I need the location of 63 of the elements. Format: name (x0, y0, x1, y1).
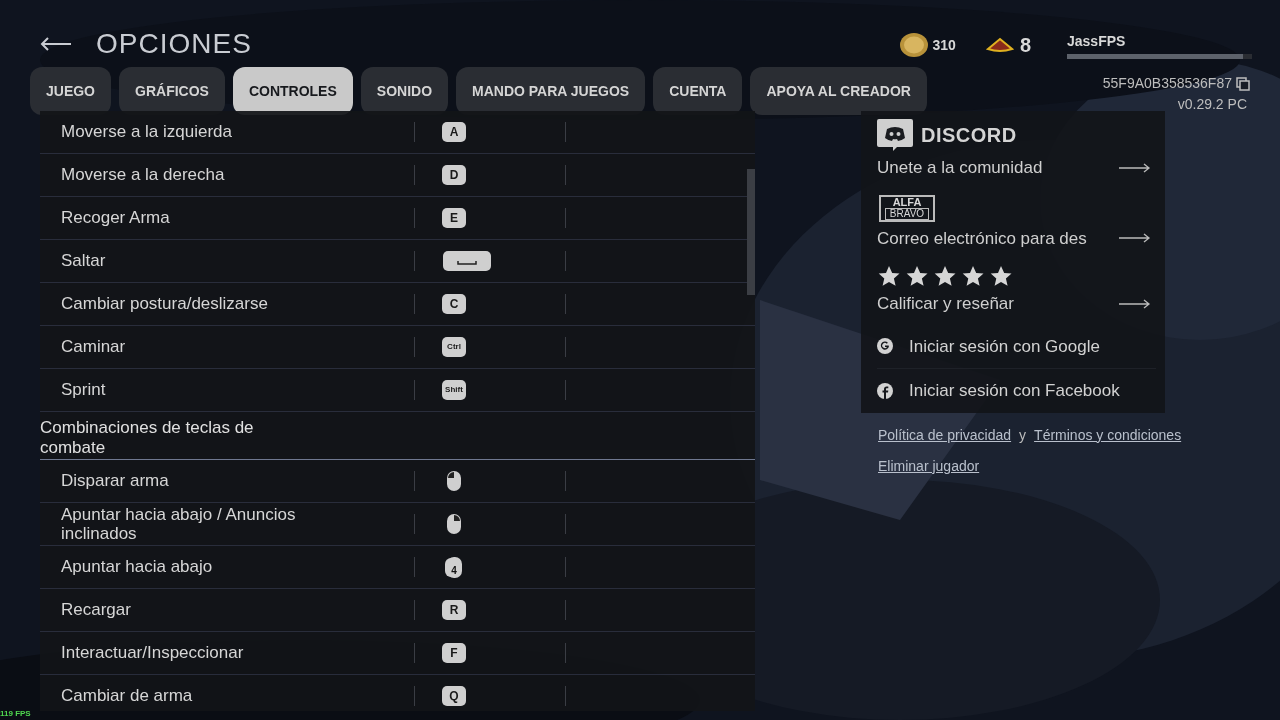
keycap[interactable]: A (442, 122, 466, 142)
action-label: Recoger Arma (60, 208, 171, 228)
terms-link[interactable]: Términos y condiciones (1034, 424, 1182, 446)
action-label: Apuntar hacia abajo / Anuncios inclinados (60, 504, 297, 544)
discord-logo-text: DISCORD (921, 123, 1017, 148)
keycap[interactable]: Shift (442, 380, 466, 400)
star-icon (933, 265, 957, 287)
delete-player-link[interactable]: Eliminar jugador (878, 457, 980, 474)
fps-counter: 119 FPS (0, 708, 31, 720)
keycap[interactable]: C (442, 294, 466, 314)
arrow-right-icon (1119, 162, 1151, 173)
action-label: Caminar (60, 337, 127, 357)
action-label: Apuntar hacia abajo (60, 557, 214, 577)
keycap[interactable]: Q (442, 686, 466, 707)
community-link[interactable]: Calificar y reseñar (877, 291, 1151, 317)
action-label: Saltar (60, 251, 107, 271)
action-label: Moverse a la derecha (60, 165, 226, 185)
player-id: 55F9A0B358536F87 (1102, 74, 1232, 93)
page-title: OPCIONES (96, 30, 252, 58)
action-label: Moverse a la izquierda (60, 122, 234, 142)
privacy-policy-link[interactable]: Política de privacidad (878, 424, 1012, 446)
conjunction-text: y (1019, 425, 1027, 445)
action-label: Sprint (60, 380, 107, 400)
left-click-icon[interactable] (446, 470, 462, 493)
discord-icon (877, 119, 913, 151)
action-label: Recargar (60, 600, 132, 620)
back-arrow-icon[interactable] (40, 37, 72, 51)
community-link[interactable]: Unete a la comunidad (877, 155, 1151, 181)
section-heading: Combinaciones de teclas de combate (40, 418, 255, 458)
action-label: Disparar arma (60, 471, 170, 491)
arrow-right-icon (1119, 298, 1151, 309)
community-link[interactable]: Correo electrónico para des (877, 225, 1151, 251)
right-click-icon[interactable] (446, 513, 462, 536)
star-icon (877, 265, 901, 287)
keycap[interactable]: F (442, 643, 466, 664)
action-label: Cambiar postura/deslizarse (60, 294, 269, 314)
alfa-bravo-logo: ALFA BRAVO (879, 194, 935, 222)
spacebar-key-icon[interactable] (443, 251, 491, 271)
coin-count: 310 (932, 35, 956, 55)
rank-icon (985, 37, 1014, 53)
tab[interactable]: APOYA AL CREADOR (750, 67, 927, 115)
arrow-right-icon (1119, 233, 1151, 244)
keycap[interactable]: D (442, 165, 466, 185)
player-name: JassFPS (1067, 32, 1127, 51)
mouse-side-button-icon[interactable]: 4 (446, 556, 462, 578)
login-button[interactable]: Iniciar sesión con Google (877, 324, 1156, 368)
scrollbar-thumb[interactable] (747, 169, 755, 295)
google-icon (877, 338, 893, 355)
login-button[interactable]: Iniciar sesión con Facebook (877, 368, 1156, 413)
star-icon (989, 265, 1013, 287)
star-icon (905, 265, 929, 287)
action-label: Interactuar/Inspeccionar (60, 643, 245, 663)
keycap[interactable]: R (442, 600, 466, 621)
star-icon (961, 265, 985, 287)
coin-icon (898, 32, 929, 58)
keycap[interactable]: E (442, 208, 466, 228)
rank-level: 8 (1019, 33, 1031, 58)
facebook-icon (877, 382, 893, 399)
action-label: Cambiar de arma (60, 686, 194, 706)
version-label: v0.29.2 PC (1176, 95, 1247, 114)
keycap[interactable]: Ctrl (442, 337, 466, 357)
tab[interactable]: JUEGO (30, 67, 111, 115)
copy-icon[interactable] (1236, 76, 1250, 91)
